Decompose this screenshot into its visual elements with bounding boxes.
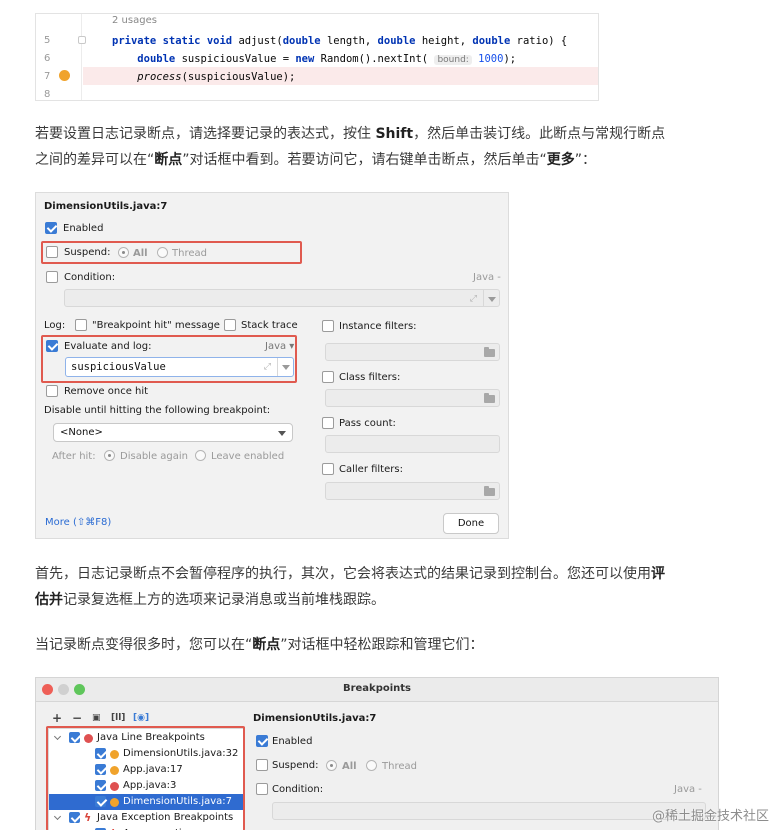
remove-breakpoint-icon[interactable]: − <box>72 711 82 725</box>
breakpoints-window: Breakpoints + − ▣ [ll] [◉] Java Line Bre… <box>35 677 719 830</box>
breakpoint-properties-dialog: DimensionUtils.java:7 Enabled Suspend: A… <box>35 192 509 539</box>
paragraph-explanation: 首先，日志记录断点不会暂停程序的执行，其次，它会将表达式的结果记录到控制台。您还… <box>35 566 665 608</box>
line-number[interactable]: 6 <box>44 50 50 68</box>
detail-suspend-label: Suspend: <box>272 760 319 771</box>
code-line: 7 process(suspiciousValue); <box>36 68 598 86</box>
paragraph-intro: 若要设置日志记录断点，请选择要记录的表达式，按住 Shift，然后单击装订线。此… <box>35 126 666 168</box>
detail-title: DimensionUtils.java:7 <box>253 713 377 724</box>
group-icon[interactable]: ▣ <box>92 713 101 723</box>
detail-condition-checkbox[interactable] <box>256 783 268 795</box>
code-snippet: 2 usages 5 private static void adjust(dou… <box>35 13 599 101</box>
disable-again-radio[interactable] <box>104 450 115 461</box>
leave-enabled-label: Leave enabled <box>211 451 285 462</box>
code-text: private static void adjust(double length… <box>112 35 568 47</box>
line-number[interactable]: 7 <box>44 68 50 86</box>
enabled-checkbox[interactable] <box>45 222 57 234</box>
suspend-thread-radio[interactable] <box>157 247 168 258</box>
detail-condition-language[interactable]: Java - <box>674 784 702 795</box>
breakpoint-hit-message-label: "Breakpoint hit" message <box>92 320 220 331</box>
stack-trace-label: Stack trace <box>241 320 298 331</box>
caller-filters-checkbox[interactable] <box>322 463 334 475</box>
after-hit-label: After hit: <box>52 451 96 462</box>
instance-filters-checkbox[interactable] <box>322 320 334 332</box>
detail-condition-input[interactable] <box>272 802 706 820</box>
disable-until-select[interactable]: <None> <box>53 423 293 442</box>
detail-enabled-checkbox[interactable] <box>256 735 268 747</box>
code-line: 5 private static void adjust(double lengt… <box>36 32 598 50</box>
condition-label: Condition: <box>64 272 116 283</box>
tree-highlight-box <box>46 726 245 830</box>
detail-suspend-thread-label: Thread <box>382 761 417 772</box>
evaluate-language-dropdown[interactable]: Java ▾ <box>265 341 294 352</box>
enabled-label: Enabled <box>63 223 104 234</box>
leave-enabled-radio[interactable] <box>195 450 206 461</box>
suspend-all-label: All <box>133 248 148 259</box>
line-number[interactable]: 5 <box>44 32 50 50</box>
disable-again-label: Disable again <box>120 451 188 462</box>
condition-language-dropdown[interactable]: Java - <box>473 272 501 283</box>
view-breakpoints-icon[interactable]: [◉] <box>133 713 149 723</box>
detail-enabled-label: Enabled <box>272 736 313 747</box>
detail-suspend-thread-radio[interactable] <box>366 760 377 771</box>
code-text: double suspiciousValue = new Random().ne… <box>137 53 517 65</box>
paragraph-manage: 当记录断点变得很多时，您可以在“断点”对话框中轻松跟踪和管理它们： <box>35 637 484 653</box>
expand-icon[interactable]: ⤢ <box>470 294 477 304</box>
done-button[interactable]: Done <box>443 513 499 534</box>
condition-checkbox[interactable] <box>46 271 58 283</box>
disable-until-selected-value: <None> <box>60 427 103 438</box>
usages-hint[interactable]: 2 usages <box>112 15 157 26</box>
caller-filters-input[interactable] <box>325 482 500 500</box>
add-breakpoint-icon[interactable]: + <box>52 711 62 725</box>
window-title: Breakpoints <box>342 683 412 694</box>
instance-filters-label: Instance filters: <box>339 321 417 332</box>
code-line: 8 <box>36 86 598 104</box>
disable-until-label: Disable until hitting the following brea… <box>44 405 271 416</box>
chevron-down-icon[interactable] <box>277 358 293 376</box>
condition-input[interactable]: ⤢ <box>64 289 500 307</box>
code-text: process(suspiciousValue); <box>137 71 296 83</box>
expand-icon[interactable]: ⤢ <box>264 362 271 372</box>
pass-count-label: Pass count: <box>339 418 396 429</box>
chevron-down-icon <box>278 431 286 436</box>
suspend-thread-label: Thread <box>172 248 207 259</box>
chevron-down-icon[interactable] <box>483 290 499 306</box>
remove-once-hit-checkbox[interactable] <box>46 385 58 397</box>
pass-count-input[interactable] <box>325 435 500 453</box>
evaluate-and-log-label: Evaluate and log: <box>64 341 152 352</box>
pass-count-checkbox[interactable] <box>322 417 334 429</box>
export-icon[interactable]: [ll] <box>111 713 125 723</box>
line-number[interactable]: 8 <box>44 86 50 104</box>
class-filters-input[interactable] <box>325 389 500 407</box>
watermark: @稀土掘金技术社区 <box>651 809 769 824</box>
window-titlebar: Breakpoints <box>36 678 718 702</box>
remove-once-hit-label: Remove once hit <box>64 386 149 397</box>
class-filters-label: Class filters: <box>339 372 401 383</box>
stack-trace-checkbox[interactable] <box>224 319 236 331</box>
caller-filters-label: Caller filters: <box>339 464 403 475</box>
detail-suspend-all-radio[interactable] <box>326 760 337 771</box>
suspend-all-radio[interactable] <box>118 247 129 258</box>
code-line: 6 double suspiciousValue = new Random().… <box>36 50 598 68</box>
dialog-title: DimensionUtils.java:7 <box>44 201 168 212</box>
suspend-label: Suspend: <box>64 247 111 258</box>
folder-icon[interactable] <box>484 393 495 403</box>
class-filters-checkbox[interactable] <box>322 371 334 383</box>
more-link[interactable]: More (⇧⌘F8) <box>45 517 111 528</box>
suspend-checkbox[interactable] <box>46 246 58 258</box>
detail-suspend-checkbox[interactable] <box>256 759 268 771</box>
detail-suspend-all-label: All <box>342 761 357 772</box>
detail-condition-label: Condition: <box>272 784 324 795</box>
evaluate-expression-input[interactable]: suspiciousValue ⤢ <box>65 357 294 377</box>
folder-icon[interactable] <box>484 486 495 496</box>
folder-icon[interactable] <box>484 347 495 357</box>
instance-filters-input[interactable] <box>325 343 500 361</box>
evaluate-and-log-checkbox[interactable] <box>46 340 58 352</box>
log-label: Log: <box>44 320 66 331</box>
evaluate-expression-value: suspiciousValue <box>71 361 166 373</box>
breakpoint-hit-message-checkbox[interactable] <box>75 319 87 331</box>
